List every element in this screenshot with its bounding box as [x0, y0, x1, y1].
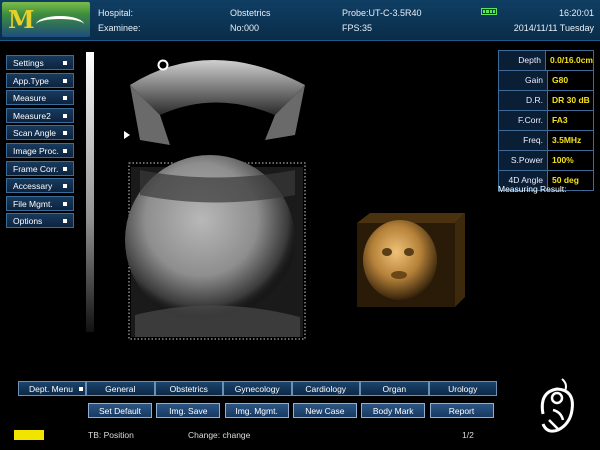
param-row-d-r[interactable]: D.R. DR 30 dB [498, 90, 594, 110]
param-value: 100% [552, 155, 574, 165]
param-label: F.Corr. [499, 111, 548, 130]
status-tb: TB: Position [88, 430, 134, 440]
dept-menu-text: Dept. Menu [29, 384, 73, 394]
fetal-mouth [391, 271, 407, 279]
dept-tab-general[interactable]: General [86, 381, 155, 396]
fetal-eye-right [404, 248, 414, 256]
param-label: S.Power [499, 151, 548, 170]
left-menu-item-label: Scan Angle [13, 128, 57, 139]
menu-marker-icon [63, 61, 67, 65]
dept-tab-gynecology[interactable]: Gynecology [223, 381, 292, 396]
volume-top-face [357, 213, 465, 223]
param-label: Freq. [499, 131, 548, 150]
left-menu-item-settings[interactable]: Settings [6, 55, 74, 70]
param-label: Depth [499, 51, 546, 70]
menu-marker-icon [63, 78, 67, 83]
focus-marker-icon[interactable] [157, 59, 169, 71]
left-menu-item-options[interactable]: Options [6, 213, 74, 229]
param-row-s-power[interactable]: S.Power 100% [498, 150, 594, 170]
left-menu-item-label: Image Proc. [13, 146, 59, 156]
battery-icon [481, 8, 497, 15]
menu-marker-icon [63, 113, 67, 118]
left-menu-item-label: File Mgmt. [13, 198, 53, 209]
dept-menu-marker-icon [79, 387, 83, 391]
left-menu-item-accessary[interactable]: Accessary [6, 178, 74, 194]
left-menu-item-measure[interactable]: Measure [6, 90, 74, 106]
volume-side-face [455, 213, 465, 307]
menu-marker-icon [63, 184, 67, 189]
left-menu-item-frame-corr[interactable]: Frame Corr. [6, 160, 74, 176]
measuring-result-label: Measuring Result: [498, 184, 567, 194]
param-row-f-corr[interactable]: F.Corr. FA3 [498, 110, 594, 130]
report-button[interactable]: Report [429, 403, 494, 418]
dept-tab-organ[interactable]: Organ [360, 381, 429, 396]
dept-tab-urology[interactable]: Urology [428, 381, 497, 396]
left-menu-item-label: Settings [13, 58, 44, 68]
hospital-label: Hospital: [98, 8, 134, 18]
param-value: DR 30 dB [552, 95, 590, 105]
ultrasound-image[interactable] [95, 45, 495, 375]
status-change: Change: change [188, 430, 251, 440]
grayscale-bar [86, 52, 94, 332]
body-mark-button[interactable]: Body Mark [361, 403, 426, 418]
left-menu-item-scan-angle[interactable]: Scan Angle [6, 125, 74, 141]
fetus-body-mark-icon[interactable] [535, 378, 580, 440]
left-menu-item-label: Accessary [13, 181, 53, 192]
menu-marker-icon [63, 131, 67, 136]
fetal-eye-left [382, 248, 392, 256]
examinee-label: Examinee: [98, 23, 141, 33]
dept-tab-obstetrics[interactable]: Obstetrics [154, 381, 223, 396]
param-value: FA3 [552, 115, 568, 125]
param-value: 3.5MHz [552, 135, 582, 145]
status-page: 1/2 [462, 430, 474, 440]
menu-marker-icon [63, 219, 67, 224]
exam-number: No:000 [230, 23, 260, 33]
clock-date: 2014/11/11 Tuesday [513, 23, 594, 33]
param-row-freq[interactable]: Freq. 3.5MHz [498, 130, 594, 150]
img-save-button[interactable]: Img. Save [156, 403, 221, 418]
header-bar [0, 0, 600, 41]
focus-arrow-icon[interactable] [124, 131, 130, 139]
menu-marker-icon [63, 166, 67, 171]
menu-marker-icon [63, 201, 67, 206]
left-menu-item-label: Measure2 [13, 110, 51, 121]
left-menu-item-file-mgmt[interactable]: File Mgmt. [6, 195, 74, 211]
param-value: 0.0/16.0cm [549, 55, 593, 65]
left-menu-item-label: App.Type [13, 75, 49, 86]
img-mgmt-button[interactable]: Img. Mgmt. [224, 403, 289, 418]
sector-arc [130, 60, 305, 115]
new-case-button[interactable]: New Case [292, 403, 357, 418]
param-row-depth[interactable]: Depth 0.0/16.0cm [498, 50, 594, 70]
left-menu-item-measure2[interactable]: Measure2 [6, 107, 74, 123]
dept-menu-label[interactable]: Dept. Menu [18, 381, 86, 396]
param-value: G80 [552, 75, 569, 85]
exam-type: Obstetrics [230, 8, 271, 18]
param-label: D.R. [499, 91, 548, 110]
left-menu-item-label: Measure [13, 93, 47, 104]
param-label: Gain [499, 71, 548, 90]
status-indicator [14, 430, 44, 440]
set-default-button[interactable]: Set Default [88, 403, 152, 418]
param-row-gain[interactable]: Gain G80 [498, 70, 594, 90]
fetal-face-3d [363, 220, 437, 300]
menu-marker-icon [63, 96, 67, 101]
left-menu-item-label: Frame Corr. [13, 163, 59, 174]
clock-time: 16:20:01 [558, 8, 594, 18]
fps-info: FPS:35 [342, 23, 373, 33]
left-menu-item-label: Options [13, 216, 43, 227]
param-panel: Depth 0.0/16.0cm Gain G80 D.R. DR 30 dB F.Corr… [498, 50, 594, 191]
probe-info: Probe:UT-C-3.5R40 [342, 8, 422, 18]
dept-tab-cardiology[interactable]: Cardiology [291, 381, 360, 396]
brand-logo: M [2, 2, 90, 37]
menu-marker-icon [63, 149, 67, 153]
left-menu-item-app-type[interactable]: App.Type [6, 72, 74, 88]
left-menu-item-image-proc[interactable]: Image Proc. [6, 143, 74, 158]
